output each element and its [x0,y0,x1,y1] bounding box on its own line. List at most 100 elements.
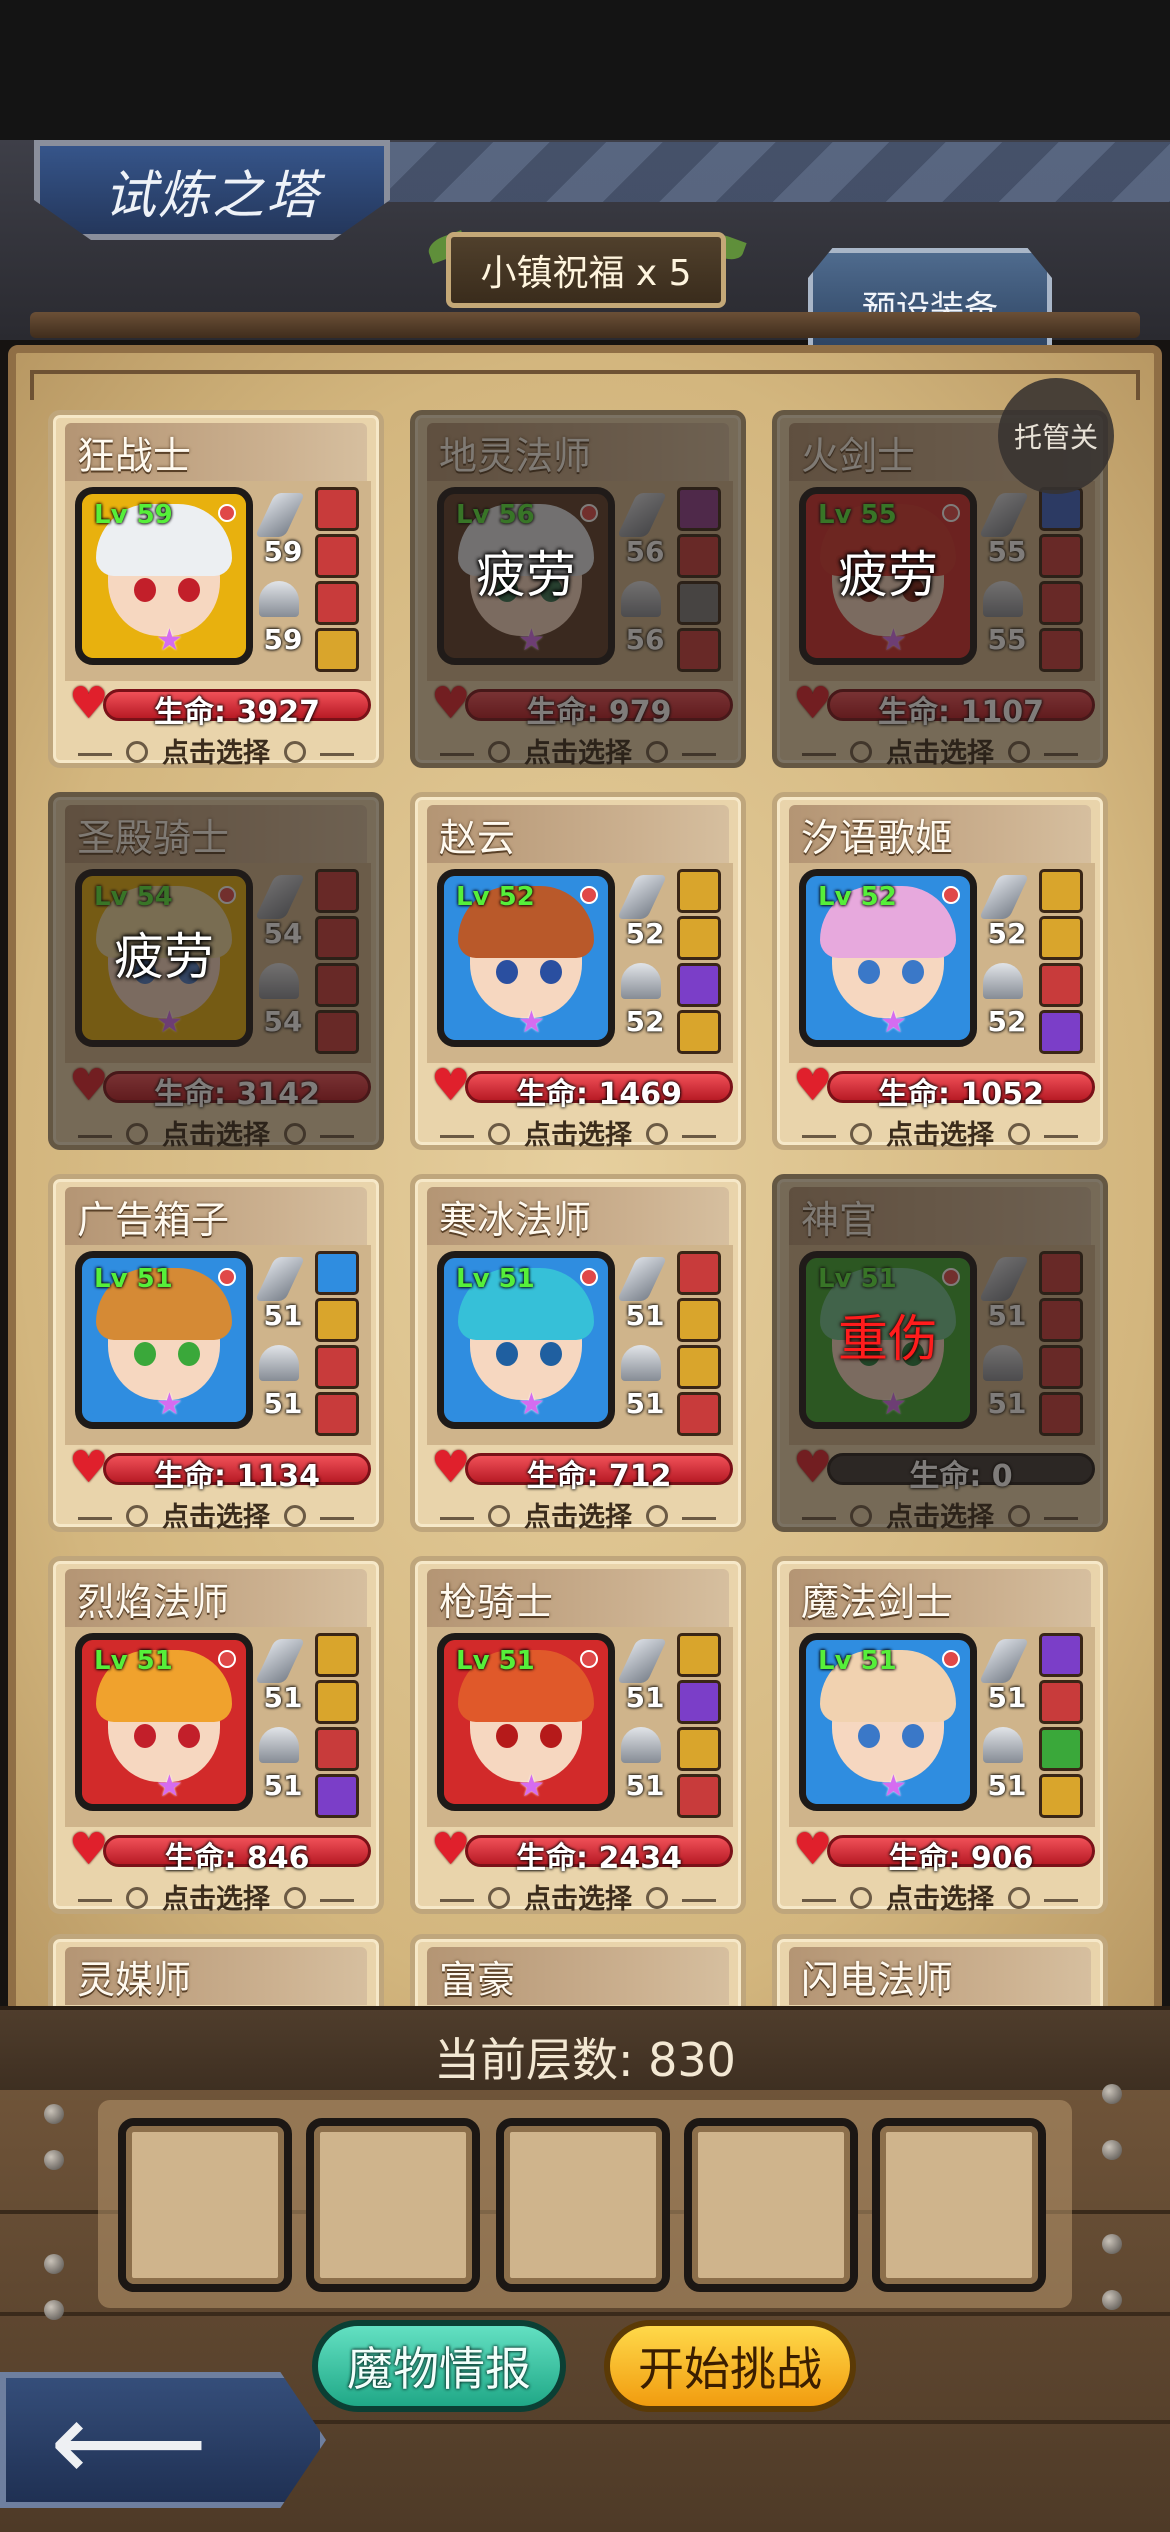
star-icon: ★ [880,1005,907,1040]
hero-card[interactable]: 寒冰法师 Lv 51 ★ 51 51 ♥ 生命: 712 点击选择 [410,1174,746,1534]
radio-icon [126,1504,148,1527]
hero-level: Lv 51 [94,1264,173,1294]
hp-bar: ♥ 生命: 3927 [69,682,371,730]
equipment-item-icon [1039,581,1083,625]
star-icon: ★ [880,1769,907,1804]
select-prompt[interactable]: 点击选择 [53,731,379,770]
gem-icon [218,1268,236,1286]
hp-bar: ♥ 生命: 979 [431,682,733,730]
equipment-item-icon [1039,1680,1083,1724]
hp-bar: ♥ 生命: 846 [69,1828,371,1876]
team-slot[interactable] [496,2118,670,2292]
equipment-items [1039,869,1085,1057]
hero-name: 汐语歌姬 [801,816,954,860]
board-trim [30,370,1140,400]
armor-icon [983,1345,1023,1381]
hero-name: 狂战士 [77,434,192,478]
hero-card[interactable]: 狂战士 Lv 59 ★ 59 59 ♥ 生命: 3927 点击选择 [48,410,384,770]
armor-icon [621,581,661,617]
select-prompt[interactable]: 点击选择 [53,1495,379,1534]
gem-icon [942,504,960,522]
hp-bar: ♥ 生命: 1469 [431,1064,733,1112]
star-icon: ★ [880,1387,907,1422]
gear-column: 54 54 [254,869,306,1045]
armor-level: 51 [625,1387,665,1420]
hp-text: 生命: 2434 [516,1841,682,1876]
hero-portrait: Lv 51 ★ [75,1633,253,1811]
hero-card[interactable]: 广告箱子 Lv 51 ★ 51 51 ♥ 生命: 1134 点击选择 [48,1174,384,1534]
hp-text: 生命: 979 [526,695,672,730]
equipment-item-icon [677,1633,721,1677]
gear-column: 51 51 [254,1633,306,1809]
select-prompt[interactable]: 点击选择 [777,731,1103,770]
armor-icon [983,963,1023,999]
hp-bar: ♥ 生命: 1134 [69,1446,371,1494]
hero-card[interactable]: 枪骑士 Lv 51 ★ 51 51 ♥ 生命: 2434 点击选择 [410,1556,746,1916]
hp-text: 生命: 1052 [878,1077,1044,1112]
hero-status: 疲劳 [476,546,576,604]
hero-level: Lv 52 [456,882,535,912]
select-prompt[interactable]: 点击选择 [777,1495,1103,1534]
hero-card[interactable]: 汐语歌姬 Lv 52 ★ 52 52 ♥ 生命: 1052 点击选择 [772,792,1108,1152]
hero-card[interactable]: 圣殿骑士 Lv 54 ★ 54 54 ♥ 生命: 3142 点击选择 疲劳 [48,792,384,1152]
gem-icon [580,504,598,522]
team-slot[interactable] [872,2118,1046,2292]
select-prompt[interactable]: 点击选择 [415,1113,741,1152]
radio-icon [284,1122,306,1145]
weapon-icon [978,493,1030,537]
team-slot[interactable] [118,2118,292,2292]
weapon-level: 51 [263,1681,303,1714]
hero-level: Lv 51 [818,1646,897,1676]
auto-manage-button[interactable]: 托管关 [998,378,1114,494]
equipment-item-icon [1039,534,1083,578]
armor-level: 51 [263,1769,303,1802]
hero-card[interactable]: 烈焰法师 Lv 51 ★ 51 51 ♥ 生命: 846 点击选择 [48,1556,384,1916]
hero-level: Lv 55 [818,500,897,530]
hp-text: 生命: 1107 [878,695,1044,730]
select-prompt[interactable]: 点击选择 [415,1495,741,1534]
hero-card[interactable]: 魔法剑士 Lv 51 ★ 51 51 ♥ 生命: 906 点击选择 [772,1556,1108,1916]
equipment-item-icon [315,1251,359,1295]
monster-info-button[interactable]: 魔物情报 [312,2320,566,2412]
equipment-item-icon [1039,963,1083,1007]
select-prompt[interactable]: 点击选择 [53,1877,379,1916]
team-slot[interactable] [684,2118,858,2292]
team-slot[interactable] [306,2118,480,2292]
select-prompt[interactable]: 点击选择 [777,1113,1103,1152]
hero-name: 闪电法师 [801,1958,954,2002]
equipment-item-icon [315,534,359,578]
equipment-item-icon [315,916,359,960]
equipment-item-icon [677,963,721,1007]
select-prompt[interactable]: 点击选择 [415,731,741,770]
gem-icon [218,886,236,904]
select-prompt[interactable]: 点击选择 [53,1113,379,1152]
hero-name: 魔法剑士 [801,1580,954,1624]
hero-name: 神官 [801,1198,878,1242]
select-prompt[interactable]: 点击选择 [415,1877,741,1916]
hero-name: 圣殿骑士 [77,816,230,860]
radio-icon [1008,1504,1030,1527]
radio-icon [488,1886,510,1909]
equipment-item-icon [315,628,359,672]
radio-icon [1008,740,1030,763]
hero-card[interactable]: 赵云 Lv 52 ★ 52 52 ♥ 生命: 1469 点击选择 [410,792,746,1152]
star-icon: ★ [156,1769,183,1804]
equipment-item-icon [1039,916,1083,960]
weapon-icon [978,875,1030,919]
hero-card[interactable]: 地灵法师 Lv 56 ★ 56 56 ♥ 生命: 979 点击选择 疲劳 [410,410,746,770]
radio-icon [1008,1122,1030,1145]
equipment-item-icon [1039,628,1083,672]
weapon-level: 51 [987,1681,1027,1714]
select-prompt[interactable]: 点击选择 [777,1877,1103,1916]
equipment-item-icon [315,1774,359,1818]
radio-icon [646,1122,668,1145]
equipment-items [315,869,361,1057]
armor-icon [621,1345,661,1381]
hero-status: 疲劳 [114,928,214,986]
start-challenge-button[interactable]: 开始挑战 [604,2320,856,2412]
equipment-item-icon [315,1392,359,1436]
equipment-item-icon [315,487,359,531]
rivet-icon [44,2300,64,2320]
page-title: 试炼之塔 [103,165,320,226]
hero-card[interactable]: 神官 Lv 51 ★ 51 51 ♥ 生命: 0 点击选择 重伤 [772,1174,1108,1534]
